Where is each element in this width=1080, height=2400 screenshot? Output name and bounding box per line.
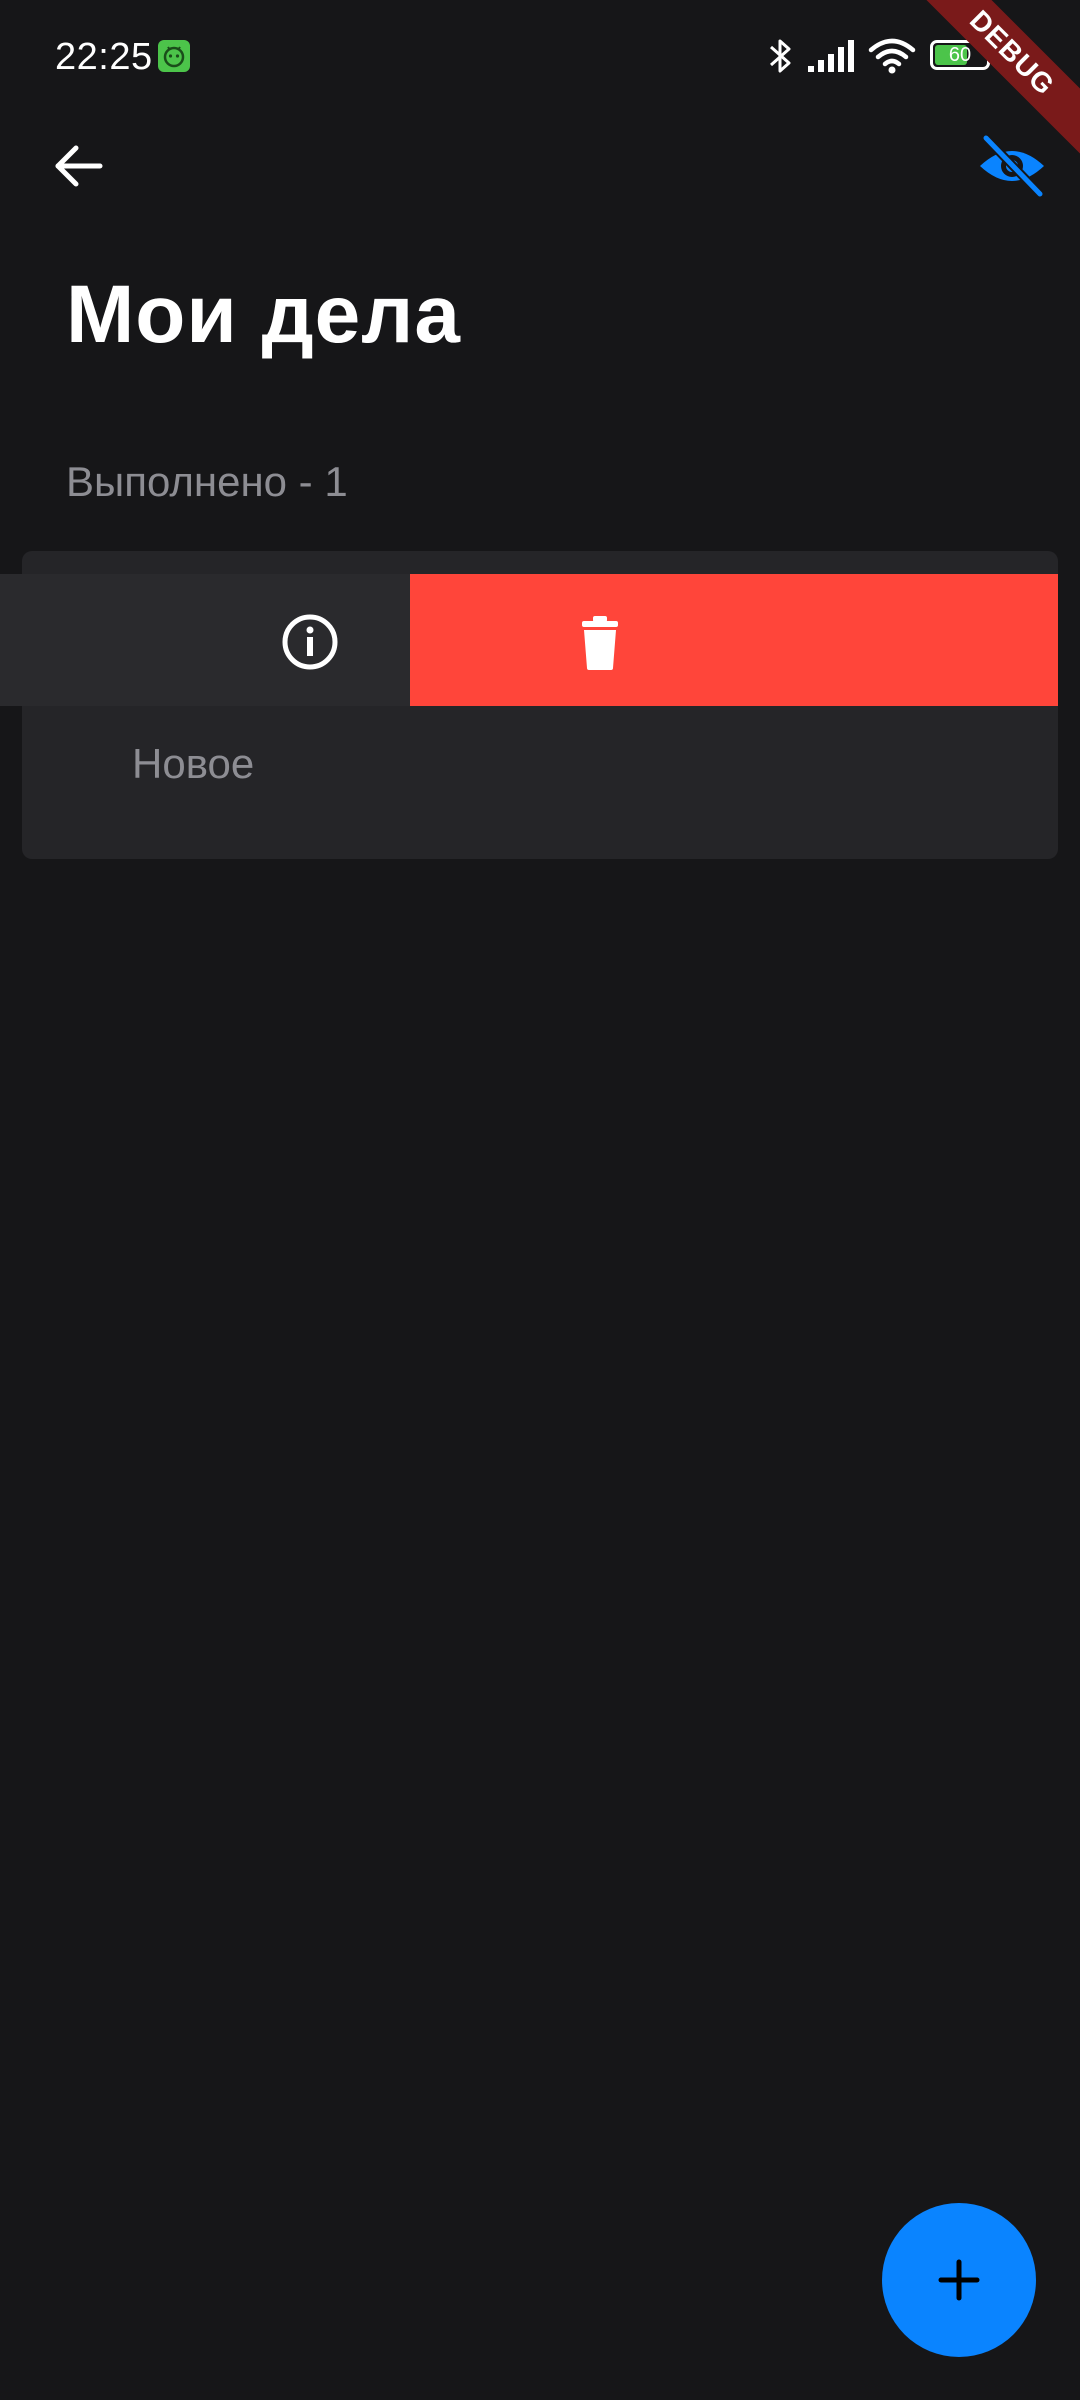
trash-icon: [582, 616, 618, 670]
add-task-button[interactable]: [882, 2203, 1036, 2357]
screen: 22:25 60 DEBUG Мои дела Выполнено - 1 Но…: [0, 0, 1080, 2400]
task-item-label[interactable]: Новое: [132, 740, 254, 788]
plus-icon: [938, 2259, 980, 2301]
info-icon: [282, 614, 338, 670]
status-bar: 22:25 60: [0, 0, 1080, 110]
bluetooth-icon: [765, 36, 797, 81]
task-delete-button[interactable]: [410, 574, 1058, 706]
task-swipe-actions: [0, 574, 1058, 706]
toggle-visibility-button[interactable]: [972, 126, 1052, 206]
done-counter[interactable]: Выполнено - 1: [66, 458, 348, 506]
signal-icon: [806, 36, 858, 81]
task-info-button[interactable]: [0, 574, 410, 706]
status-time: 22:25: [55, 36, 153, 78]
arrow-back-icon: [55, 145, 103, 187]
android-notification-icon: [158, 40, 190, 72]
visibility-off-icon: [980, 133, 1045, 199]
back-button[interactable]: [40, 128, 116, 204]
wifi-icon: [868, 36, 916, 81]
page-title: Мои дела: [66, 269, 461, 360]
